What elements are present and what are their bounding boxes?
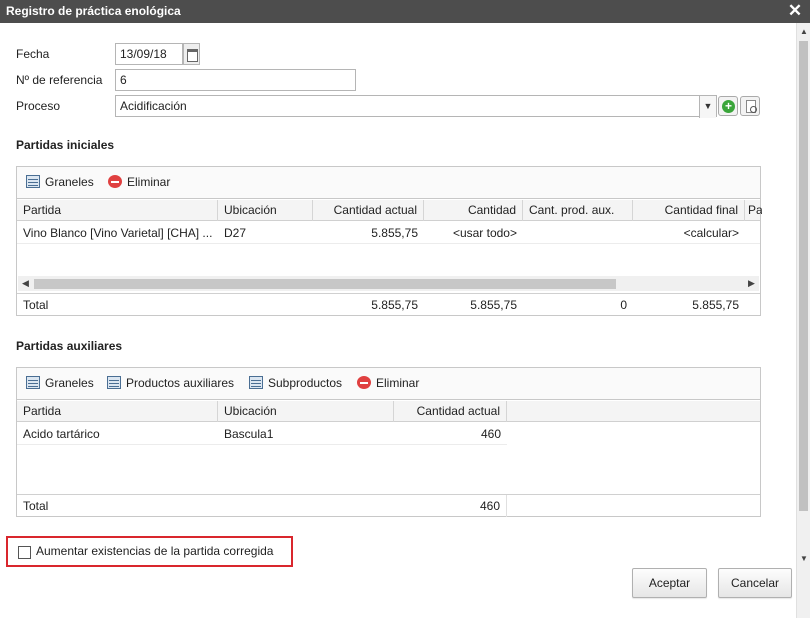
cell-cantidad[interactable]: <usar todo> xyxy=(424,222,523,244)
add-proceso-button[interactable]: + xyxy=(718,96,738,116)
delete-icon xyxy=(108,175,122,189)
document-search-icon xyxy=(746,100,757,113)
aux-total-row: Total 460 xyxy=(17,494,760,517)
eliminar-aux-label: Eliminar xyxy=(376,376,420,390)
fecha-label: Fecha xyxy=(16,47,50,61)
view-proceso-button[interactable] xyxy=(740,96,760,116)
col-pa[interactable]: Pa xyxy=(745,200,762,221)
scroll-right-icon[interactable]: ▶ xyxy=(744,276,759,291)
proceso-label: Proceso xyxy=(16,99,61,113)
graneles-label: Graneles xyxy=(45,175,94,189)
cell-cantidad-actual: 460 xyxy=(480,427,501,441)
table-row[interactable]: Vino Blanco [Vino Varietal] [CHA] ... D2… xyxy=(17,222,760,244)
dialog-titlebar: Registro de práctica enológica ✕ xyxy=(0,0,810,23)
cell-partida: Vino Blanco [Vino Varietal] [CHA] ... xyxy=(23,226,213,240)
cell-cant-prod-aux xyxy=(523,222,633,244)
total-row: Total 5.855,75 5.855,75 0 5.855,75 xyxy=(17,293,760,315)
col-ubicacion[interactable]: Ubicación xyxy=(218,200,313,221)
eliminar-aux-button[interactable]: Eliminar xyxy=(357,376,419,393)
calendar-icon[interactable] xyxy=(183,43,200,65)
partidas-auxiliares-title: Partidas auxiliares xyxy=(16,339,123,353)
eliminar-button[interactable]: Eliminar xyxy=(108,175,170,192)
scroll-thumb[interactable] xyxy=(34,279,616,289)
grid-icon xyxy=(107,376,121,390)
cell-ubicacion: D27 xyxy=(224,226,247,240)
subproductos-button[interactable]: Subproductos xyxy=(249,376,342,393)
total-cantidad: 5.855,75 xyxy=(470,298,517,312)
grid-icon xyxy=(26,376,40,390)
productos-auxiliares-label: Productos auxiliares xyxy=(126,376,235,390)
scroll-up-icon[interactable]: ▲ xyxy=(797,25,810,39)
table-row[interactable]: Acido tartárico Bascula1 460 xyxy=(17,423,507,445)
dialog-body: Fecha 13/09/18 Nº de referencia 6 Proces… xyxy=(0,23,796,618)
col-cantidad[interactable]: Cantidad xyxy=(424,200,523,221)
total-label: Total xyxy=(23,499,49,513)
graneles-button[interactable]: Graneles xyxy=(26,175,94,192)
partidas-iniciales-title: Partidas iniciales xyxy=(16,138,115,152)
total-cant-prod-aux: 0 xyxy=(620,298,627,312)
proceso-value: Acidificación xyxy=(120,99,187,113)
cell-partida: Acido tartárico xyxy=(23,427,100,441)
total-cantidad-actual: 460 xyxy=(394,495,507,517)
fecha-input[interactable]: 13/09/18 xyxy=(115,43,183,65)
table-header: Partida Ubicación Cantidad actual Cantid… xyxy=(17,200,762,221)
scroll-thumb[interactable] xyxy=(799,41,808,511)
scroll-left-icon[interactable]: ◀ xyxy=(18,276,33,291)
col-cantidad-actual[interactable]: Cantidad actual xyxy=(394,401,507,422)
delete-icon xyxy=(357,376,371,390)
aumentar-existencias-label[interactable]: Aumentar existencias de la partida corre… xyxy=(36,544,273,558)
total-cantidad-actual: 5.855,75 xyxy=(371,298,418,312)
partidas-auxiliares-toolbar: Graneles Productos auxiliares Subproduct… xyxy=(17,368,760,400)
referencia-label: Nº de referencia xyxy=(16,73,103,87)
col-partida[interactable]: Partida xyxy=(17,401,218,422)
cell-cantidad-actual: 5.855,75 xyxy=(371,226,418,240)
cell-ubicacion: Bascula1 xyxy=(224,427,274,441)
col-cantidad-actual[interactable]: Cantidad actual xyxy=(313,200,424,221)
col-cantidad-final[interactable]: Cantidad final xyxy=(633,200,745,221)
horizontal-scrollbar[interactable]: ◀ ▶ xyxy=(18,276,759,291)
aceptar-button[interactable]: Aceptar xyxy=(632,568,707,598)
subproductos-label: Subproductos xyxy=(268,376,343,390)
close-icon[interactable]: ✕ xyxy=(786,1,804,21)
cell-cantidad-final[interactable]: <calcular> xyxy=(633,222,745,244)
plus-icon: + xyxy=(722,100,735,113)
total-cantidad-final: 5.855,75 xyxy=(692,298,739,312)
dialog-title: Registro de práctica enológica xyxy=(6,4,181,18)
scroll-down-icon[interactable]: ▼ xyxy=(797,552,810,566)
eliminar-label: Eliminar xyxy=(127,175,171,189)
aumentar-existencias-checkbox[interactable] xyxy=(18,546,31,559)
col-cant-prod-aux[interactable]: Cant. prod. aux. xyxy=(523,200,633,221)
grid-icon xyxy=(249,376,263,390)
cancelar-button[interactable]: Cancelar xyxy=(718,568,792,598)
total-label: Total xyxy=(23,298,49,312)
graneles-aux-button[interactable]: Graneles xyxy=(26,376,94,393)
vertical-scrollbar[interactable]: ▲ ▼ xyxy=(796,23,810,618)
proceso-select[interactable]: Acidificación ▼ xyxy=(115,95,717,118)
chevron-down-icon[interactable]: ▼ xyxy=(699,96,716,118)
grid-icon xyxy=(26,175,40,189)
col-ubicacion[interactable]: Ubicación xyxy=(218,401,394,422)
aux-table-header: Partida Ubicación Cantidad actual xyxy=(17,401,760,422)
aumentar-existencias-highlight: Aumentar existencias de la partida corre… xyxy=(6,536,293,567)
graneles-aux-label: Graneles xyxy=(45,376,94,390)
productos-auxiliares-button[interactable]: Productos auxiliares xyxy=(107,376,234,393)
referencia-input[interactable]: 6 xyxy=(115,69,356,91)
partidas-iniciales-toolbar: Graneles Eliminar xyxy=(17,167,760,199)
partidas-iniciales-panel: Graneles Eliminar Partida Ubicación Cant… xyxy=(16,166,762,316)
partidas-auxiliares-panel: Graneles Productos auxiliares Subproduct… xyxy=(16,367,761,517)
col-partida[interactable]: Partida xyxy=(17,200,218,221)
